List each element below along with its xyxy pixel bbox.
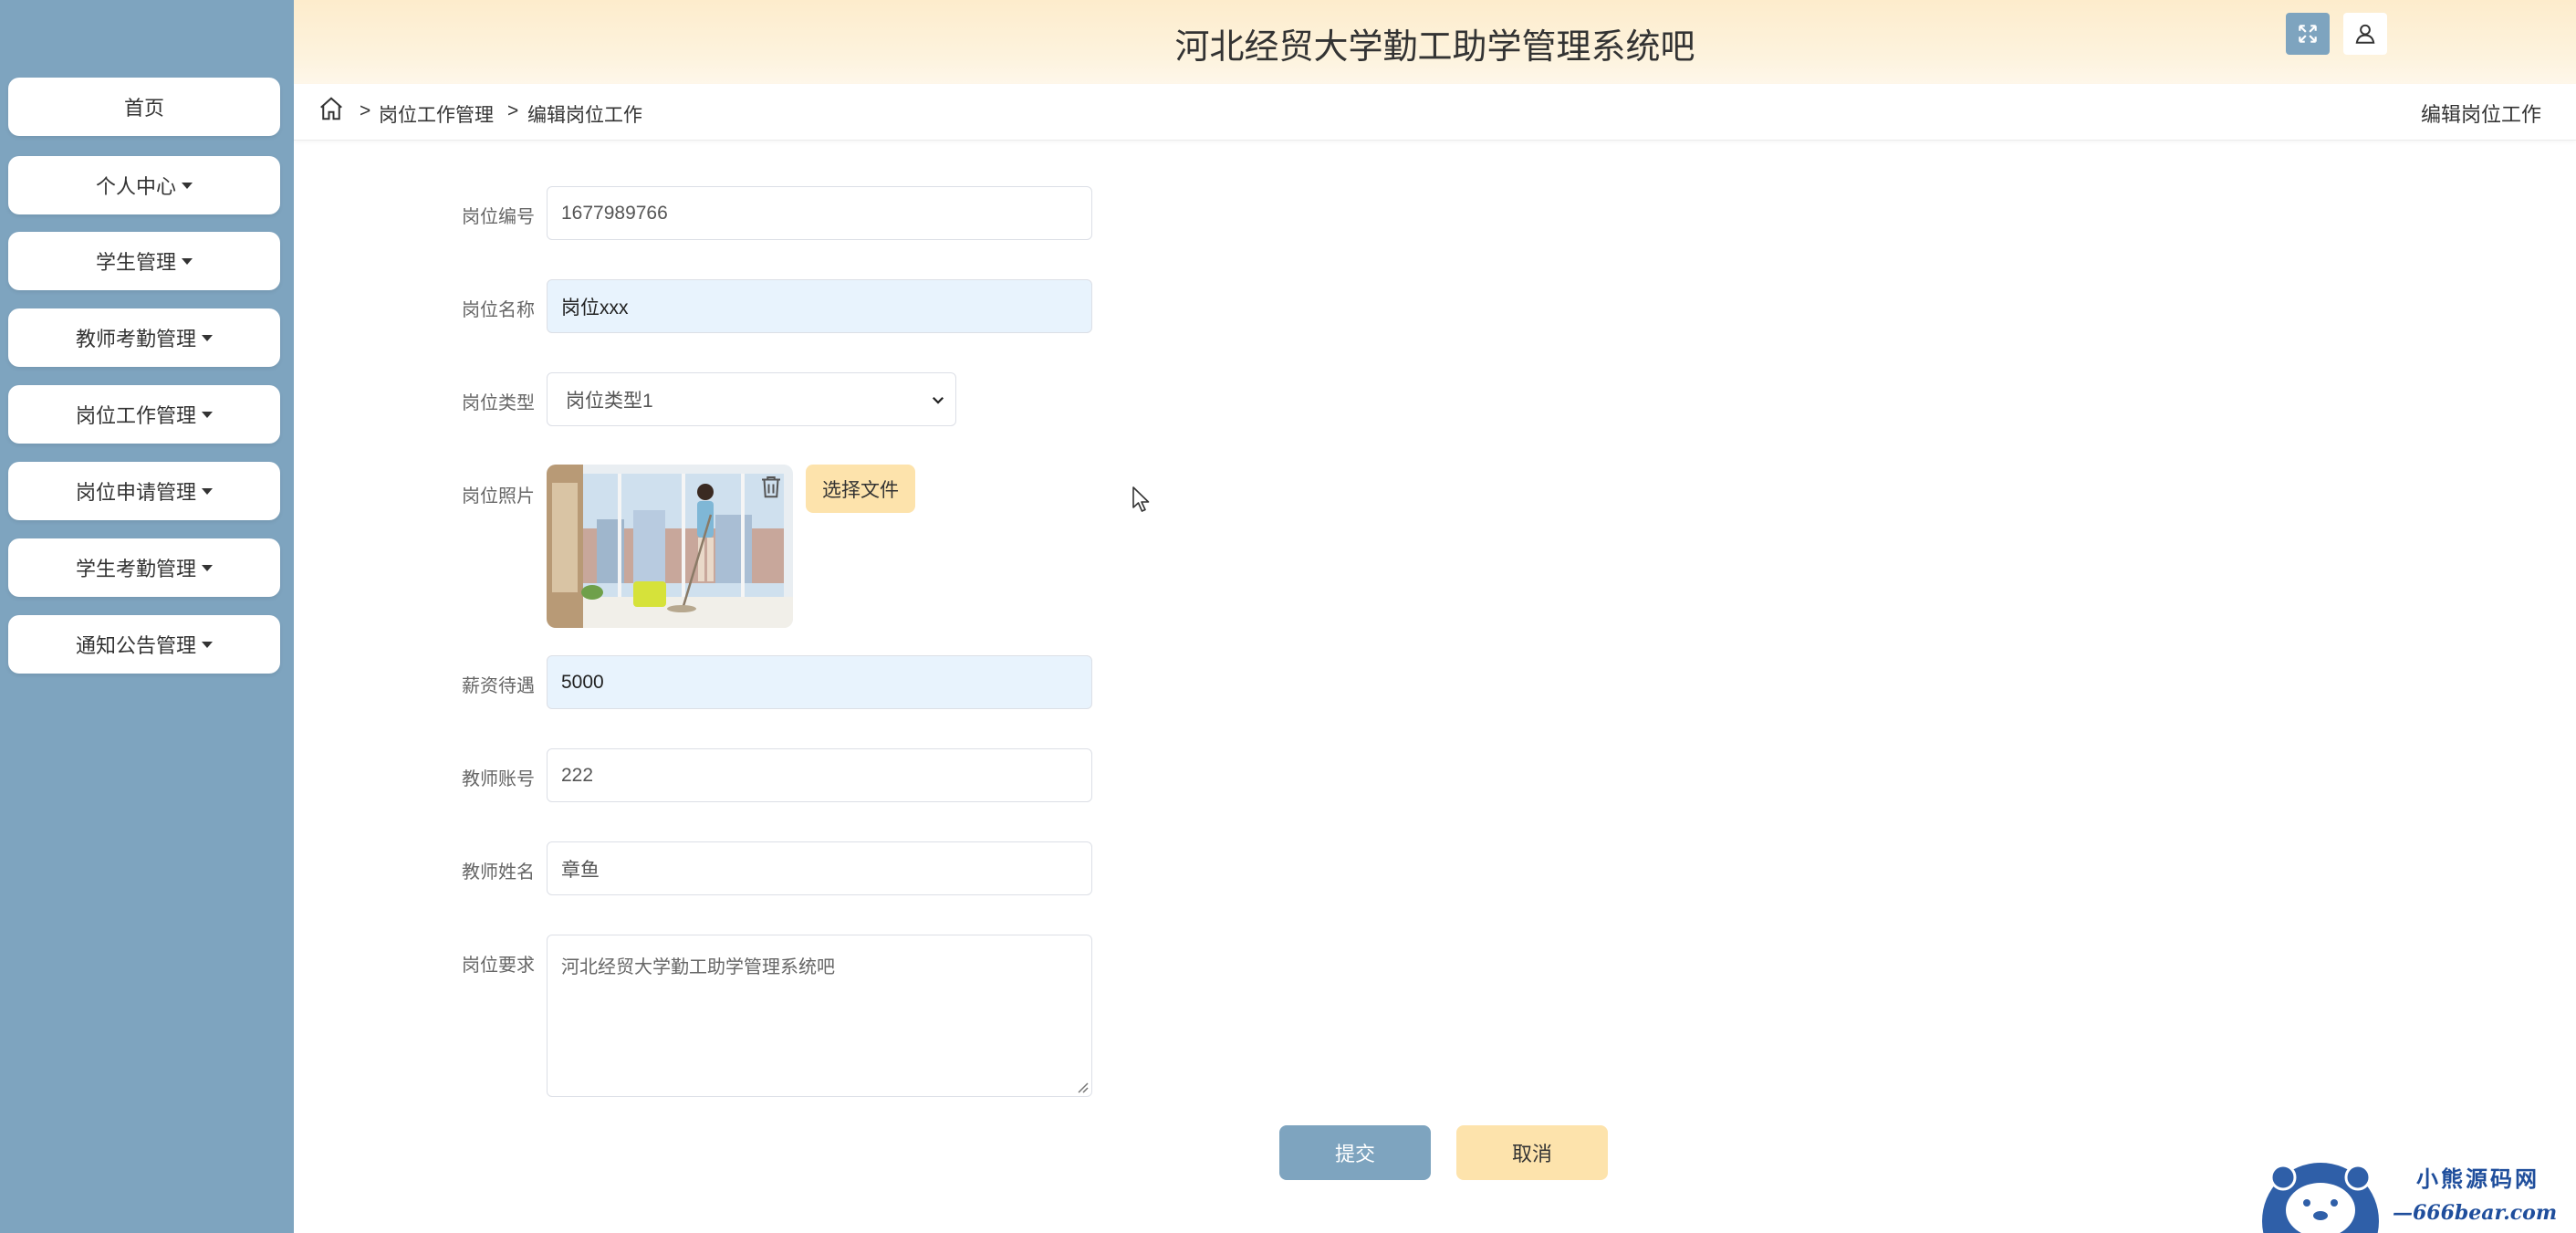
watermark-en: —666bear.com— <box>2393 1201 2558 1233</box>
caret-down-icon <box>202 487 213 495</box>
cancel-button[interactable]: 取消 <box>1456 1125 1608 1180</box>
breadcrumb: > 岗位工作管理 > 编辑岗位工作 编辑岗位工作 <box>294 84 2576 141</box>
job-no-label: 岗位编号 <box>462 207 535 227</box>
job-photo-image <box>547 465 793 628</box>
job-type-value: 岗位类型1 <box>566 390 653 412</box>
caret-down-icon <box>202 641 213 648</box>
teacher-name-input[interactable]: 章鱼 <box>547 841 1092 895</box>
caret-down-icon <box>202 334 213 341</box>
sidebar: 首页 个人中心 学生管理 教师考勤管理 岗位工作管理 岗位申请管理 学生考勤管理… <box>0 0 294 1233</box>
sidebar-item-label: 岗位申请管理 <box>75 481 196 504</box>
watermark-cn: 小熊源码网 <box>2416 1165 2539 1192</box>
mouse-cursor-icon <box>1132 486 1150 512</box>
bear-logo-icon <box>2262 1163 2379 1233</box>
sidebar-item-student-attendance[interactable]: 学生考勤管理 <box>8 538 280 597</box>
job-no-input[interactable]: 1677989766 <box>547 186 1092 240</box>
salary-label: 薪资待遇 <box>462 676 535 696</box>
caret-down-icon <box>202 564 213 571</box>
salary-input[interactable]: 5000 <box>547 655 1092 709</box>
job-photo-preview <box>547 465 793 628</box>
requirements-value: 河北经贸大学勤工助学管理系统吧 <box>561 957 835 977</box>
salary-value: 5000 <box>561 671 604 693</box>
user-icon <box>2355 24 2375 44</box>
requirements-textarea[interactable]: 河北经贸大学勤工助学管理系统吧 <box>547 935 1092 1097</box>
job-type-label: 岗位类型 <box>462 393 535 413</box>
sidebar-item-job-application[interactable]: 岗位申请管理 <box>8 462 280 520</box>
sidebar-item-personal-center[interactable]: 个人中心 <box>8 156 280 214</box>
app-title: 河北经贸大学勤工助学管理系统吧 <box>1174 28 1695 67</box>
job-photo-label: 岗位照片 <box>462 486 535 507</box>
trash-icon[interactable] <box>757 473 785 500</box>
user-button[interactable] <box>2343 13 2387 55</box>
teacher-account-label: 教师账号 <box>462 769 535 789</box>
expand-icon <box>2299 25 2317 43</box>
breadcrumb-separator: > <box>507 100 519 121</box>
sidebar-item-label: 岗位工作管理 <box>75 404 196 427</box>
sidebar-item-label: 通知公告管理 <box>75 634 196 657</box>
breadcrumb-separator: > <box>360 100 371 121</box>
chevron-down-icon <box>932 396 944 404</box>
sidebar-item-notice-management[interactable]: 通知公告管理 <box>8 615 280 674</box>
sidebar-item-label: 学生管理 <box>95 251 176 274</box>
sidebar-item-job-management[interactable]: 岗位工作管理 <box>8 385 280 444</box>
teacher-name-value: 章鱼 <box>561 859 600 881</box>
sidebar-item-student-management[interactable]: 学生管理 <box>8 232 280 290</box>
job-no-value: 1677989766 <box>561 202 668 224</box>
breadcrumb-edit-job: 编辑岗位工作 <box>527 105 642 126</box>
sidebar-item-label: 首页 <box>123 97 164 120</box>
sidebar-item-label: 个人中心 <box>95 175 176 198</box>
home-icon[interactable] <box>318 95 345 122</box>
choose-file-button[interactable]: 选择文件 <box>806 465 915 513</box>
sidebar-item-label: 学生考勤管理 <box>75 558 196 580</box>
top-header: 河北经贸大学勤工助学管理系统吧 <box>294 0 2576 84</box>
teacher-account-value: 222 <box>561 764 594 786</box>
caret-down-icon <box>202 411 213 418</box>
job-name-value: 岗位xxx <box>561 297 629 319</box>
page-title: 编辑岗位工作 <box>2420 103 2541 126</box>
requirements-label: 岗位要求 <box>462 956 535 976</box>
job-name-label: 岗位名称 <box>462 300 535 320</box>
job-type-select[interactable]: 岗位类型1 <box>547 372 956 426</box>
sidebar-item-teacher-attendance[interactable]: 教师考勤管理 <box>8 308 280 367</box>
fullscreen-button[interactable] <box>2286 13 2330 55</box>
sidebar-item-home[interactable]: 首页 <box>8 78 280 136</box>
teacher-account-input[interactable]: 222 <box>547 748 1092 802</box>
sidebar-item-label: 教师考勤管理 <box>75 328 196 350</box>
breadcrumb-job-management[interactable]: 岗位工作管理 <box>379 100 494 128</box>
teacher-name-label: 教师姓名 <box>462 862 535 883</box>
job-name-input[interactable]: 岗位xxx <box>547 279 1092 333</box>
caret-down-icon <box>182 182 193 189</box>
submit-button[interactable]: 提交 <box>1279 1125 1431 1180</box>
caret-down-icon <box>182 257 193 265</box>
resize-handle-icon[interactable] <box>1076 1081 1089 1093</box>
